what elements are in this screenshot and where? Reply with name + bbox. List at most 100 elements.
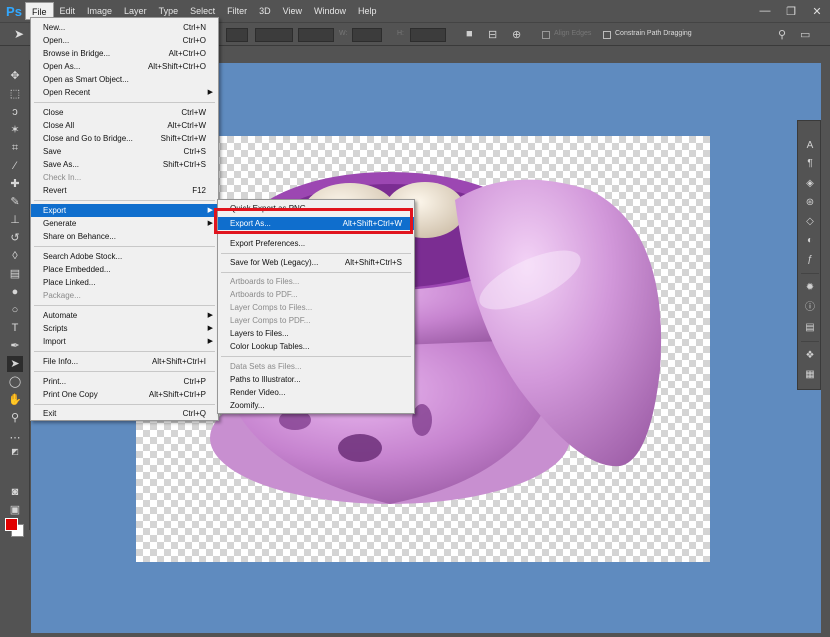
menu-item-close[interactable]: Close Ctrl+W: [31, 106, 218, 119]
stroke-width-field[interactable]: [255, 28, 293, 42]
menu-item-export[interactable]: Export ▶: [31, 204, 218, 217]
crop-tool-icon[interactable]: ⌗: [7, 140, 23, 156]
menu-item-import[interactable]: Import ▶: [31, 335, 218, 348]
menu-item-generate[interactable]: Generate ▶: [31, 217, 218, 230]
paragraph-panel-icon[interactable]: ¶: [803, 157, 817, 171]
hand-tool-icon[interactable]: ✋: [7, 392, 23, 408]
menu-item-open-recent[interactable]: Open Recent ▶: [31, 86, 218, 99]
menu-item-paths-illustrator[interactable]: Paths to Illustrator...: [218, 373, 414, 386]
layers-panel-icon[interactable]: ◈: [803, 177, 817, 191]
menu-divider: [34, 102, 215, 103]
menu-item-place-embedded[interactable]: Place Embedded...: [31, 263, 218, 276]
menu-item-file-info[interactable]: File Info... Alt+Shift+Ctrl+I: [31, 355, 218, 368]
history-brush-tool-icon[interactable]: ↺: [7, 230, 23, 246]
eyedropper-tool-icon[interactable]: ⁄: [7, 158, 23, 174]
channels-panel-icon[interactable]: ⊛: [803, 196, 817, 210]
menu-item-open-as[interactable]: Open As... Alt+Shift+Ctrl+O: [31, 60, 218, 73]
menu-item-save-for-web[interactable]: Save for Web (Legacy)... Alt+Shift+Ctrl+S: [218, 256, 414, 269]
brush-tool-icon[interactable]: ✎: [7, 194, 23, 210]
width-field[interactable]: [352, 28, 382, 42]
path-alignment-icon[interactable]: ⊟: [488, 28, 497, 41]
h-label: H:: [397, 30, 404, 37]
color-panel-icon[interactable]: ✹: [803, 281, 817, 295]
menu-item-print[interactable]: Print... Ctrl+P: [31, 375, 218, 388]
submenu-arrow-icon: ▶: [207, 312, 213, 319]
height-field[interactable]: [410, 28, 446, 42]
menu-item-browse-bridge[interactable]: Browse in Bridge... Alt+Ctrl+O: [31, 47, 218, 60]
search-icon[interactable]: ⚲: [778, 28, 786, 41]
ellipse-tool-icon[interactable]: ◯: [7, 374, 23, 390]
healing-brush-tool-icon[interactable]: ✚: [7, 176, 23, 192]
menu-item-open-smart-object[interactable]: Open as Smart Object...: [31, 73, 218, 86]
menu-item-export-preferences[interactable]: Export Preferences...: [218, 237, 414, 250]
menu-help[interactable]: Help: [352, 2, 383, 20]
path-selection-tool-icon[interactable]: ➤: [14, 27, 24, 41]
dodge-tool-icon[interactable]: ○: [7, 302, 23, 318]
menu-item-save-as[interactable]: Save As... Shift+Ctrl+S: [31, 158, 218, 171]
styles-panel-icon[interactable]: ƒ: [803, 253, 817, 267]
move-tool-icon[interactable]: ✥: [7, 68, 23, 84]
menu-item-save[interactable]: Save Ctrl+S: [31, 145, 218, 158]
screen-mode-icon[interactable]: ▣: [7, 502, 23, 518]
magic-wand-tool-icon[interactable]: ✶: [7, 122, 23, 138]
menu-item-automate[interactable]: Automate ▶: [31, 309, 218, 322]
menu-divider: [34, 200, 215, 201]
eraser-tool-icon[interactable]: ◊: [7, 248, 23, 264]
menu-item-revert[interactable]: Revert F12: [31, 184, 218, 197]
menu-item-color-lookup[interactable]: Color Lookup Tables...: [218, 340, 414, 353]
menu-item-close-all[interactable]: Close All Alt+Ctrl+W: [31, 119, 218, 132]
path-selection-tool-icon[interactable]: ➤: [7, 356, 23, 372]
stroke-type-field[interactable]: [226, 28, 248, 42]
menu-item-zoomify[interactable]: Zoomify...: [218, 399, 414, 412]
align-edges-checkbox[interactable]: [542, 31, 550, 39]
menu-item-package: Package...: [43, 291, 81, 300]
menu-item-new[interactable]: New... Ctrl+N: [31, 21, 218, 34]
menu-item-exit[interactable]: Exit Ctrl+Q: [31, 407, 218, 420]
right-panel-dock: A ¶ ◈ ⊛ ◇ ◐ ƒ ✹ ⓘ ▤ ❖ ▦: [797, 120, 821, 390]
zoom-tool-icon[interactable]: ⚲: [7, 410, 23, 426]
menu-item-close-go-bridge[interactable]: Close and Go to Bridge... Shift+Ctrl+W: [31, 132, 218, 145]
menu-filter[interactable]: Filter: [221, 2, 253, 20]
path-operations-icon[interactable]: ■: [466, 28, 473, 40]
menu-item-layers-to-files[interactable]: Layers to Files...: [218, 327, 414, 340]
menu-item-share-behance[interactable]: Share on Behance...: [31, 230, 218, 243]
minimize-button[interactable]: —: [752, 0, 778, 22]
clone-stamp-tool-icon[interactable]: ⊥: [7, 212, 23, 228]
constrain-path-checkbox[interactable]: [603, 31, 611, 39]
gradient-tool-icon[interactable]: ▤: [7, 266, 23, 282]
menu-item-layer-comps-pdf: Layer Comps to PDF...: [230, 316, 311, 325]
maximize-button[interactable]: ❐: [778, 0, 804, 22]
workspace-icon[interactable]: ▭: [800, 28, 810, 41]
character-panel-icon[interactable]: A: [803, 139, 817, 153]
info-panel-icon[interactable]: ⓘ: [803, 301, 817, 315]
blur-tool-icon[interactable]: ●: [7, 284, 23, 300]
menu-item-place-linked[interactable]: Place Linked...: [31, 276, 218, 289]
pen-tool-icon[interactable]: ✒: [7, 338, 23, 354]
menu-divider: [34, 351, 215, 352]
lasso-tool-icon[interactable]: ↄ: [7, 104, 23, 120]
quick-mask-icon[interactable]: ◙: [7, 484, 23, 500]
menu-view[interactable]: View: [277, 2, 308, 20]
menu-item-open[interactable]: Open... Ctrl+O: [31, 34, 218, 47]
menu-divider: [221, 253, 411, 254]
menu-item-print-one-copy[interactable]: Print One Copy Alt+Shift+Ctrl+P: [31, 388, 218, 401]
photoshop-logo: Ps: [6, 3, 22, 19]
path-arrangement-icon[interactable]: ⊕: [512, 28, 521, 41]
close-button[interactable]: ✕: [804, 0, 830, 22]
foreground-color-swatch[interactable]: [5, 518, 18, 531]
menu-item-render-video[interactable]: Render Video...: [218, 386, 414, 399]
menu-item-search-stock[interactable]: Search Adobe Stock...: [31, 250, 218, 263]
default-colors-icon[interactable]: ◩: [7, 444, 23, 460]
menu-item-scripts[interactable]: Scripts ▶: [31, 322, 218, 335]
adjustments-panel-icon[interactable]: ◐: [803, 234, 817, 248]
stroke-options-field[interactable]: [298, 28, 334, 42]
properties-panel-icon[interactable]: ▤: [803, 321, 817, 335]
w-label: W:: [339, 30, 348, 37]
menu-window[interactable]: Window: [308, 2, 352, 20]
swatches-panel-icon[interactable]: ▦: [803, 368, 817, 382]
marquee-tool-icon[interactable]: ⬚: [7, 86, 23, 102]
menu-3d[interactable]: 3D: [253, 2, 277, 20]
paths-panel-icon[interactable]: ◇: [803, 215, 817, 229]
3d-panel-icon[interactable]: ❖: [803, 349, 817, 363]
type-tool-icon[interactable]: T: [7, 320, 23, 336]
